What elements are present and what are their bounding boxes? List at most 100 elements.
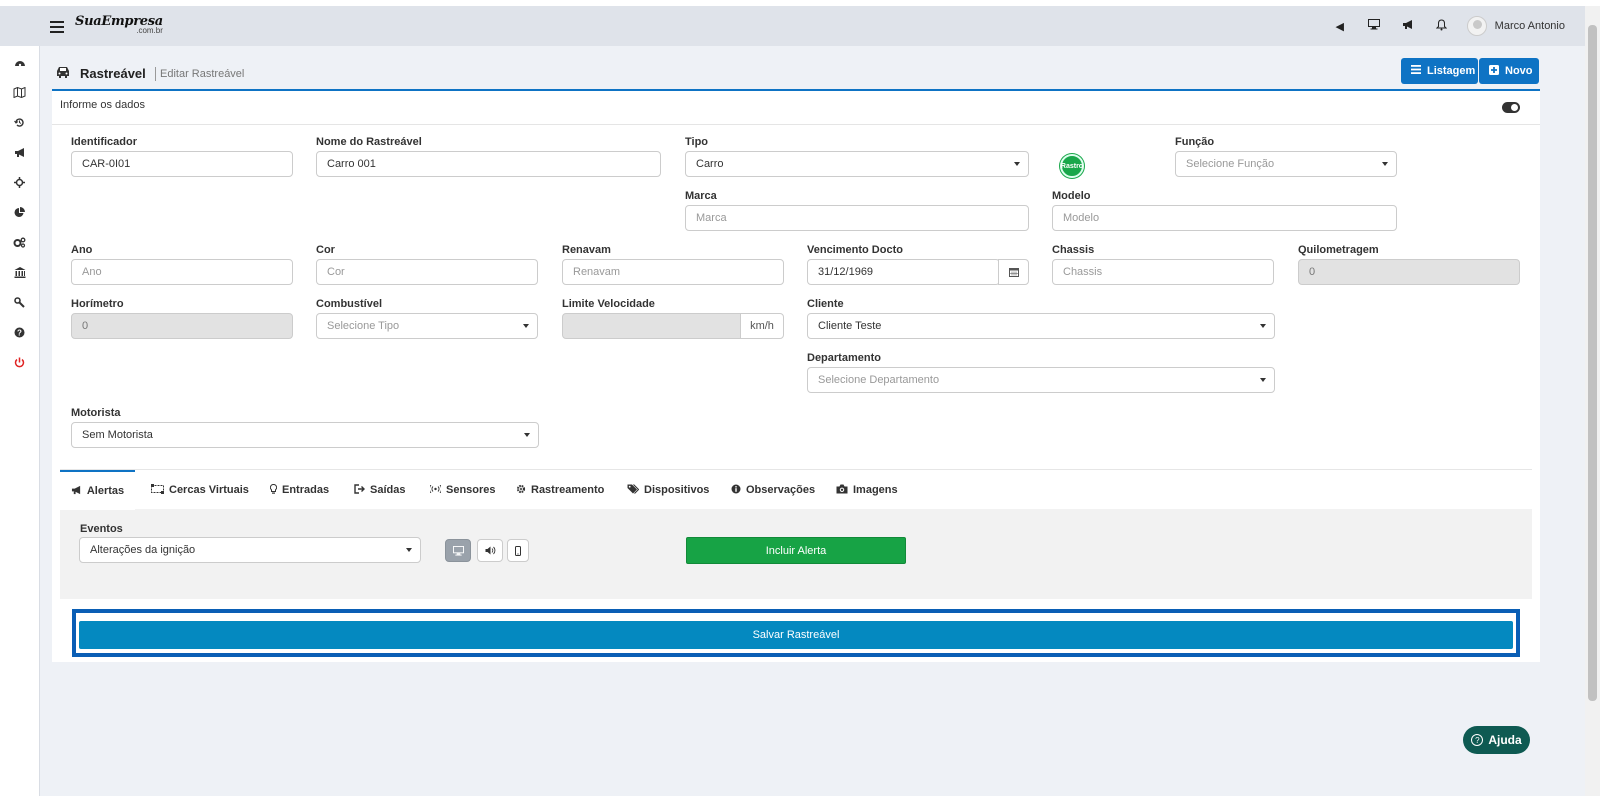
chassis-label: Chassis — [1052, 244, 1095, 256]
avatar[interactable] — [1466, 16, 1487, 36]
ano-label: Ano — [71, 244, 93, 256]
quilometragem-field: Quilometragem 0 — [1298, 243, 1520, 285]
chassis-input[interactable]: Chassis — [1052, 259, 1274, 285]
renavam-input[interactable]: Renavam — [562, 259, 784, 285]
departamento-field: Departamento Selecione Departamento — [807, 351, 1275, 393]
quilometragem-label: Quilometragem — [1298, 244, 1379, 256]
cor-label: Cor — [316, 244, 335, 256]
calendar-icon[interactable] — [998, 259, 1029, 285]
monitor-icon[interactable] — [445, 539, 471, 562]
company-logo[interactable]: SuaEmpresa .com.br — [75, 15, 163, 35]
pie-chart-icon[interactable] — [0, 197, 39, 227]
bank-icon[interactable] — [0, 257, 39, 287]
tab-alertas[interactable]: Alertas — [60, 470, 135, 510]
motorista-field: Motorista Sem Motorista — [71, 406, 539, 448]
combustivel-select[interactable]: Selecione Tipo — [316, 313, 538, 339]
gears-icon[interactable] — [0, 227, 39, 257]
fence-icon — [151, 483, 164, 497]
tab-label: Entradas — [282, 484, 330, 496]
funcao-select[interactable]: Selecione Função — [1175, 151, 1397, 177]
bulb-icon — [269, 483, 278, 497]
departamento-label: Departamento — [807, 352, 881, 364]
cliente-select[interactable]: Cliente Teste — [807, 313, 1275, 339]
horimetro-input: 0 — [71, 313, 293, 339]
tabs-row: Alertas Cercas Virtuais Entradas Saídas — [60, 469, 1532, 510]
title-divider — [155, 67, 156, 81]
quilometragem-input: 0 — [1298, 259, 1520, 285]
hamburger-menu-icon[interactable] — [50, 18, 64, 34]
power-icon[interactable] — [0, 347, 39, 377]
cliente-label: Cliente — [807, 298, 844, 310]
topbar-actions: ◀ Marco Antonio — [1323, 12, 1565, 40]
question-icon: ? — [1471, 734, 1484, 746]
mobile-icon[interactable] — [507, 539, 529, 562]
ano-input[interactable]: Ano — [71, 259, 293, 285]
tab-observacoes[interactable]: Observações — [731, 470, 815, 510]
tipo-badge-icon: Rastro — [1060, 154, 1084, 178]
cog-icon — [516, 484, 526, 497]
listagem-button[interactable]: Listagem — [1401, 58, 1478, 84]
novo-button[interactable]: Novo — [1479, 58, 1539, 84]
page-title: Rastreável — [80, 66, 146, 81]
combustivel-label: Combustível — [316, 298, 383, 310]
tab-label: Rastreamento — [531, 484, 605, 496]
horimetro-field: Horímetro 0 — [71, 297, 293, 339]
tab-rastreamento[interactable]: Rastreamento — [516, 470, 604, 510]
marca-field: Marca Marca — [685, 189, 1029, 231]
history-icon[interactable] — [0, 107, 39, 137]
page-subtitle: Editar Rastreável — [160, 68, 245, 80]
tab-saidas[interactable]: Saídas — [354, 470, 405, 510]
scrollbar-thumb[interactable] — [1588, 25, 1597, 701]
limite-unit: km/h — [740, 313, 784, 339]
tab-cercas-virtuais[interactable]: Cercas Virtuais — [151, 470, 249, 510]
dashboard-icon[interactable] — [0, 47, 39, 77]
car-icon — [55, 65, 71, 81]
wrench-icon[interactable] — [0, 287, 39, 317]
tipo-select[interactable]: Carro — [685, 151, 1029, 177]
tab-label: Alertas — [86, 485, 125, 497]
modelo-label: Modelo — [1052, 190, 1091, 202]
speaker-icon[interactable] — [477, 539, 503, 562]
combustivel-field: Combustível Selecione Tipo — [316, 297, 538, 339]
tab-entradas[interactable]: Entradas — [269, 470, 330, 510]
tab-imagens[interactable]: Imagens — [836, 470, 898, 510]
card-heading: Informe os dados — [60, 99, 145, 111]
modelo-field: Modelo Modelo — [1052, 189, 1397, 231]
nome-input[interactable]: Carro 001 — [316, 151, 661, 177]
map-icon[interactable] — [0, 77, 39, 107]
info-icon — [731, 484, 741, 497]
identificador-input[interactable]: CAR-0I01 — [71, 151, 293, 177]
tab-label: Sensores — [446, 484, 496, 496]
cor-input[interactable]: Cor — [316, 259, 538, 285]
page-scrollbar[interactable] — [1585, 6, 1600, 796]
help-icon[interactable]: ? — [0, 317, 39, 347]
bell-icon[interactable] — [1425, 18, 1459, 34]
marca-input[interactable]: Marca — [685, 205, 1029, 231]
vencimento-input[interactable]: 31/12/1969 — [807, 259, 1000, 285]
broadcast-icon — [429, 484, 442, 496]
monitor-icon[interactable] — [1357, 19, 1391, 33]
incluir-alerta-button[interactable]: Incluir Alerta — [686, 537, 906, 564]
identificador-field: Identificador CAR-0I01 — [71, 135, 293, 177]
tab-sensores[interactable]: Sensores — [429, 470, 496, 510]
eventos-select[interactable]: Alterações da ignição — [79, 537, 421, 563]
tipo-label: Tipo — [685, 136, 709, 148]
page-header: Rastreável Editar Rastreável Listagem No… — [53, 58, 1540, 90]
megaphone-icon[interactable] — [1391, 19, 1425, 33]
departamento-select[interactable]: Selecione Departamento — [807, 367, 1275, 393]
modelo-input[interactable]: Modelo — [1052, 205, 1397, 231]
save-button[interactable]: Salvar Rastreável — [79, 621, 1513, 649]
caret-left-icon[interactable]: ◀ — [1323, 20, 1357, 33]
card-toggle[interactable] — [1502, 102, 1520, 113]
sidebar: ? — [0, 46, 40, 796]
motorista-select[interactable]: Sem Motorista — [71, 422, 539, 448]
help-button[interactable]: ? Ajuda — [1463, 726, 1530, 754]
tab-dispositivos[interactable]: Dispositivos — [627, 470, 709, 510]
crosshair-icon[interactable] — [0, 167, 39, 197]
tab-label: Observações — [746, 484, 816, 496]
motorista-label: Motorista — [71, 407, 121, 419]
megaphone-icon[interactable] — [0, 137, 39, 167]
user-name[interactable]: Marco Antonio — [1495, 20, 1565, 32]
sign-out-icon — [354, 483, 365, 497]
cliente-field: Cliente Cliente Teste — [807, 297, 1275, 339]
